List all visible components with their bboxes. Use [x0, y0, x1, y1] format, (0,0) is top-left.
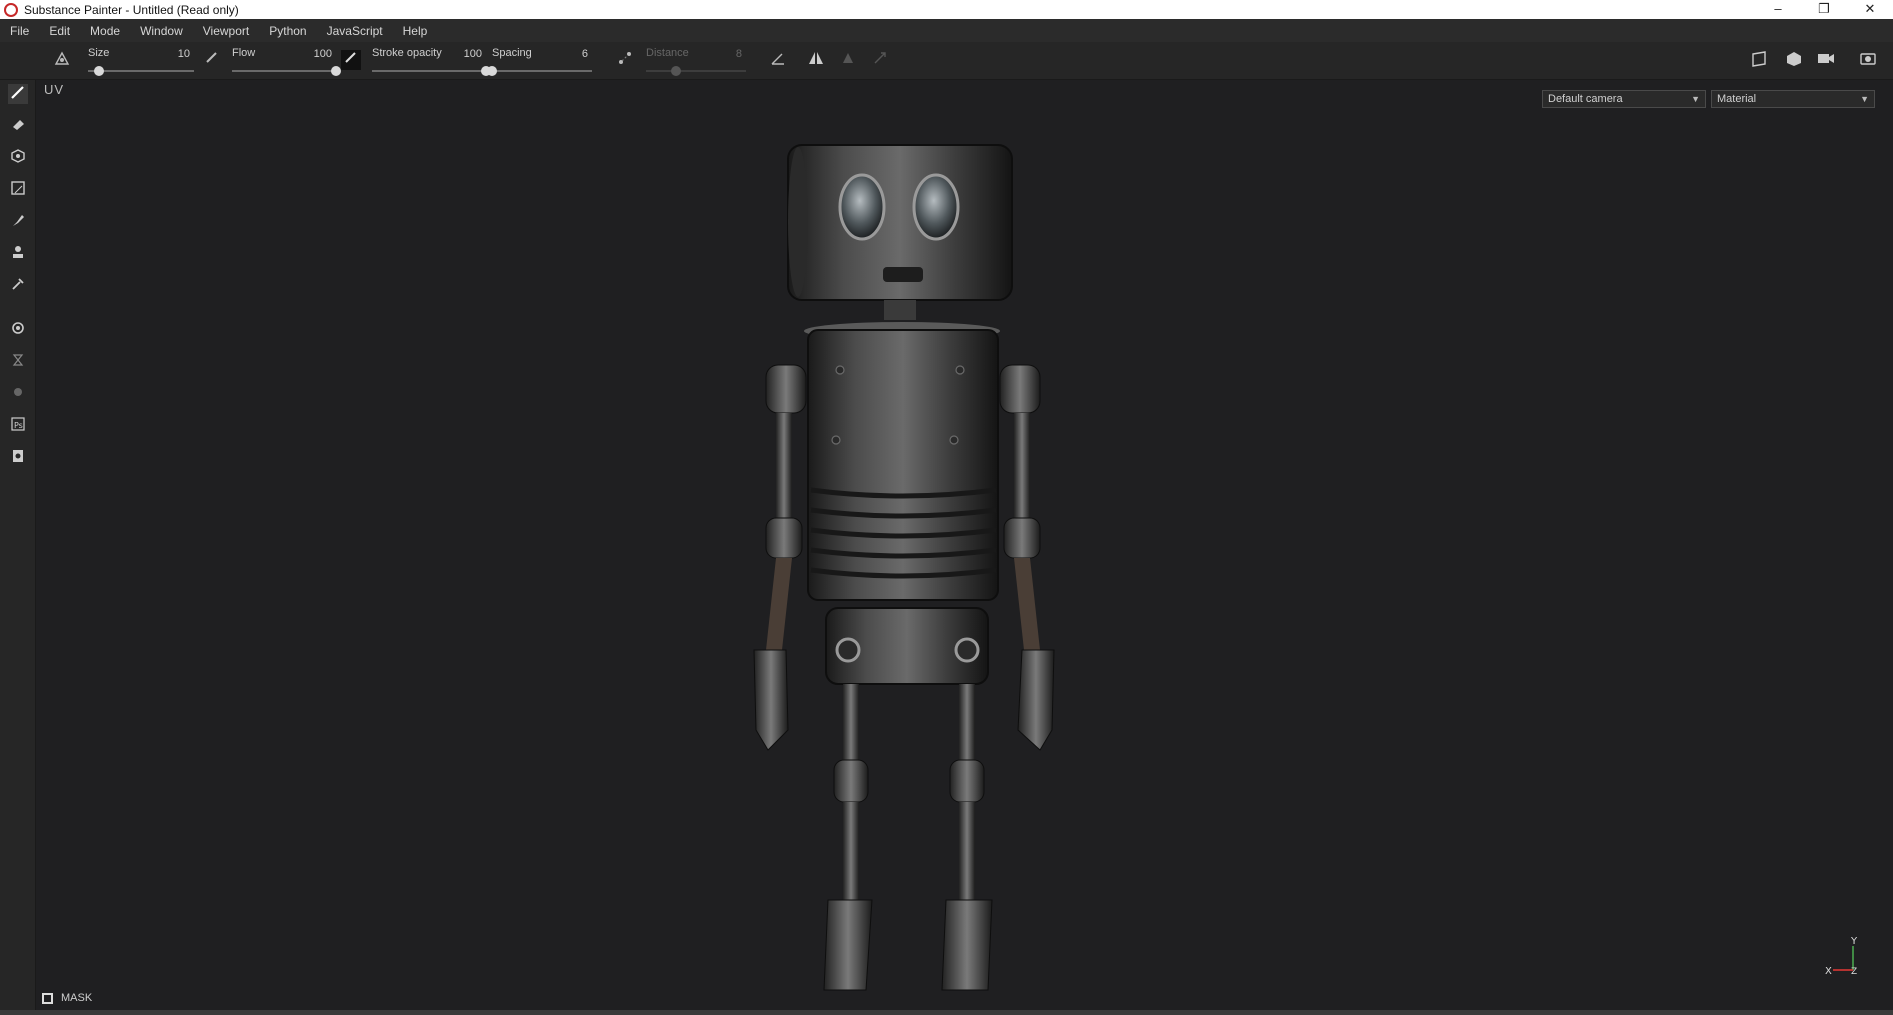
stroke-opacity-slider[interactable]: Stroke opacity 100 — [372, 44, 491, 78]
camera-select[interactable]: Default camera ▼ — [1542, 90, 1706, 108]
camera-mode-icon[interactable] — [1816, 50, 1836, 70]
substance-painter-logo-icon — [4, 2, 18, 17]
menu-python[interactable]: Python — [259, 24, 316, 38]
bottom-strip — [0, 1010, 1893, 1015]
size-slider[interactable]: Size 10 — [88, 44, 194, 78]
svg-text:Ps: Ps — [14, 421, 23, 430]
distance-value: 8 — [735, 48, 742, 60]
eraser-tool-icon[interactable] — [8, 116, 28, 136]
smudge-tool-icon[interactable] — [8, 212, 28, 232]
flow-slider[interactable]: Flow 100 — [232, 44, 341, 78]
window-title: Substance Painter - Untitled (Read only) — [24, 2, 239, 17]
chevron-down-icon: ▼ — [1691, 94, 1700, 104]
robot-left-arm — [776, 413, 792, 523]
3d-view-icon[interactable] — [1784, 50, 1804, 70]
spacing-slider[interactable]: Spacing 6 — [487, 44, 592, 78]
symmetry-icon[interactable] — [806, 50, 826, 70]
mask-toggle[interactable]: MASK — [42, 992, 92, 1004]
3d-viewport[interactable]: UV Default camera ▼ Material ▼ MASK Y X … — [36, 80, 1893, 1010]
spacing-label: Spacing — [492, 47, 532, 59]
menu-bar: File Edit Mode Window Viewport Python Ja… — [0, 19, 1893, 42]
uv-tile-icon[interactable]: UV — [44, 82, 64, 97]
size-label: Size — [88, 47, 110, 59]
export-textures-icon[interactable] — [8, 448, 28, 468]
menu-javascript[interactable]: JavaScript — [317, 24, 393, 38]
distance-slider[interactable]: Distance 8 — [646, 44, 746, 78]
menu-viewport[interactable]: Viewport — [193, 24, 259, 38]
robot-3d-model[interactable] — [696, 130, 1096, 1010]
minimize-button[interactable]: – — [1755, 0, 1801, 19]
title-bar: Substance Painter - Untitled (Read only)… — [0, 0, 1893, 19]
axis-y-label: Y — [1850, 936, 1858, 947]
flow-track — [232, 70, 336, 72]
distance-knob — [671, 66, 681, 76]
mask-checkbox-icon[interactable] — [42, 992, 53, 1004]
axis-gizmo: Y X Z — [1825, 936, 1858, 977]
robot-right-hand — [1017, 649, 1055, 751]
photoshop-export-icon[interactable]: Ps — [8, 416, 28, 436]
bake-icon[interactable] — [8, 352, 28, 372]
menu-file[interactable]: File — [0, 24, 39, 38]
size-knob[interactable] — [93, 66, 104, 76]
mask-label: MASK — [61, 992, 93, 1004]
2d-view-icon[interactable] — [1750, 50, 1770, 70]
distance-label: Distance — [646, 47, 689, 59]
projection-icon — [870, 50, 890, 70]
iray-render-icon[interactable] — [8, 384, 28, 404]
clone-stamp-tool-icon[interactable] — [8, 244, 28, 264]
robot-right-eye — [912, 173, 960, 241]
close-button[interactable]: ✕ — [1847, 0, 1893, 19]
robot-left-hand — [753, 649, 789, 751]
size-track — [88, 70, 194, 72]
stroke-opacity-label: Stroke opacity — [372, 47, 442, 59]
menu-window[interactable]: Window — [130, 24, 193, 38]
spacing-track — [492, 70, 592, 72]
flow-knob[interactable] — [331, 66, 341, 76]
robot-right-foot — [941, 899, 993, 991]
paint-brush-tool-icon[interactable] — [8, 84, 28, 104]
robot-left-eye — [838, 173, 886, 241]
camera-select-value: Default camera — [1548, 93, 1623, 105]
tool-sidebar: Ps — [0, 80, 36, 1015]
menu-mode[interactable]: Mode — [80, 24, 130, 38]
settings-icon[interactable] — [8, 320, 28, 340]
alignment-icon[interactable] — [768, 50, 788, 70]
stroke-opacity-value[interactable]: 100 — [464, 48, 482, 60]
screenshot-camera-icon[interactable] — [1858, 50, 1878, 70]
restore-button[interactable]: ❐ — [1801, 0, 1847, 19]
projection-tool-icon[interactable] — [8, 148, 28, 168]
chevron-down-icon: ▼ — [1860, 94, 1869, 104]
symmetry-settings-icon — [838, 50, 858, 70]
stroke-opacity-pen-pressure-icon[interactable] — [341, 50, 361, 70]
flow-value[interactable]: 100 — [314, 48, 332, 60]
robot-right-leg — [959, 684, 975, 764]
spacing-knob[interactable] — [487, 66, 497, 76]
stroke-opacity-track — [372, 70, 486, 72]
brush-preset-icon[interactable] — [52, 50, 72, 70]
axis-x-label: X — [1825, 966, 1832, 977]
tool-properties-bar: Size 10 Flow 100 Stroke opacity 100 Spac… — [0, 42, 1893, 80]
spacing-value[interactable]: 6 — [582, 48, 588, 60]
polygon-fill-tool-icon[interactable] — [8, 180, 28, 200]
size-value[interactable]: 10 — [178, 48, 190, 60]
channel-select-value: Material — [1717, 93, 1757, 105]
flow-label: Flow — [232, 47, 256, 59]
menu-help[interactable]: Help — [393, 24, 438, 38]
channel-select[interactable]: Material ▼ — [1711, 90, 1875, 108]
robot-right-arm — [1014, 413, 1030, 523]
robot-left-leg — [843, 684, 859, 764]
color-picker-tool-icon[interactable] — [8, 276, 28, 296]
distance-track — [646, 70, 746, 72]
menu-edit[interactable]: Edit — [39, 24, 80, 38]
robot-left-foot — [823, 899, 873, 991]
window-controls: – ❐ ✕ — [1755, 0, 1893, 19]
flow-pen-pressure-icon[interactable] — [202, 50, 222, 70]
lazy-mouse-icon[interactable] — [615, 50, 635, 70]
axis-z-label: Z — [1851, 967, 1857, 977]
